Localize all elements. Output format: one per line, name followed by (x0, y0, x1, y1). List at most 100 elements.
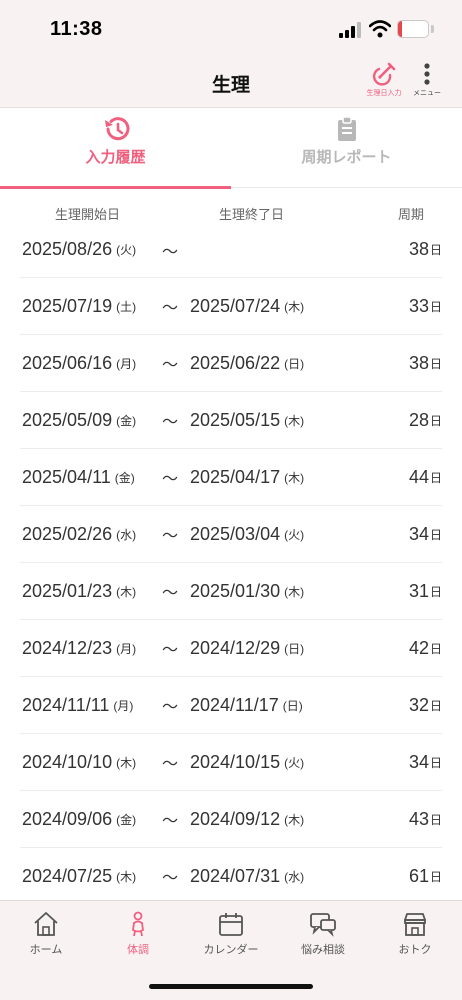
column-header-cycle: 周期 (398, 207, 425, 222)
history-icon (104, 117, 129, 141)
start-date: 2025/08/26 (火) (22, 222, 136, 277)
start-date: 2024/11/11 (月) (22, 677, 133, 733)
cycle-length-value: 33 (408, 295, 429, 316)
start-day-of-week: (月) (116, 641, 137, 656)
start-day-of-week: (月) (116, 356, 137, 371)
start-date-value: 2025/05/09 (22, 409, 113, 430)
start-date: 2024/07/25 (木) (22, 848, 136, 904)
cycle-length-value: 31 (408, 580, 429, 601)
end-date: 2024/10/15 (火) (190, 734, 304, 790)
history-row[interactable]: 2024/10/10 (木) 〜 2024/10/15 (火) 34 日 (20, 734, 442, 791)
range-separator: 〜 (162, 870, 179, 887)
end-date-value: 2025/03/04 (190, 523, 281, 544)
range-separator: 〜 (162, 642, 179, 659)
history-row[interactable]: 2025/01/23 (木) 〜 2025/01/30 (木) 31 日 (20, 563, 442, 620)
nav-deals-label: おトク (398, 944, 432, 956)
cycle-length: 34 日 (409, 506, 442, 562)
home-indicator (149, 984, 313, 989)
shop-icon (404, 913, 426, 936)
start-date-value: 2024/10/10 (22, 751, 113, 772)
end-date-value: 2025/05/15 (190, 409, 281, 430)
cycle-unit: 日 (429, 641, 442, 656)
end-date-value: 2025/01/30 (190, 580, 281, 601)
cycle-unit: 日 (429, 413, 442, 428)
cycle-unit: 日 (429, 356, 442, 371)
tab-cycle-report[interactable]: 周期レポート (231, 108, 462, 188)
cycle-length: 34 日 (409, 734, 442, 790)
end-day-of-week: (火) (284, 755, 305, 770)
start-date: 2025/02/26 (水) (22, 506, 136, 562)
start-date-value: 2025/02/26 (22, 523, 113, 544)
end-day-of-week: (日) (284, 641, 305, 656)
cellular-signal-icon (339, 22, 361, 38)
nav-consultation-label: 悩み相談 (301, 944, 345, 956)
nav-home[interactable]: ホーム (0, 911, 92, 957)
battery-level: 14 (406, 22, 420, 36)
history-row[interactable]: 2025/06/16 (月) 〜 2025/06/22 (日) 38 日 (20, 335, 442, 392)
start-day-of-week: (月) (113, 698, 134, 713)
nav-body[interactable]: 体調 (92, 911, 184, 957)
end-day-of-week: (木) (284, 413, 305, 428)
history-row[interactable]: 2024/11/11 (月) 〜 2024/11/17 (日) 32 日 (20, 677, 442, 734)
history-row[interactable]: 2025/08/26 (火) 〜 38 日 (20, 222, 442, 278)
wifi-icon (369, 20, 391, 38)
cycle-length: 42 日 (409, 620, 442, 676)
range-separator: 〜 (162, 756, 179, 773)
history-row[interactable]: 2025/07/19 (土) 〜 2025/07/24 (木) 33 日 (20, 278, 442, 335)
range-separator: 〜 (162, 300, 179, 317)
tab-bar: 入力履歴 周期レポート (0, 108, 462, 189)
body-icon (132, 911, 144, 937)
end-day-of-week: (木) (284, 812, 305, 827)
end-date-value: 2024/09/12 (190, 808, 281, 829)
start-day-of-week: (木) (116, 869, 137, 884)
nav-deals[interactable]: おトク (369, 911, 461, 957)
start-date-value: 2025/07/19 (22, 295, 113, 316)
range-separator: 〜 (162, 243, 179, 261)
cycle-length: 61 日 (409, 848, 442, 904)
period-entry-button[interactable]: 生理日入力 (361, 62, 407, 104)
history-row[interactable]: 2024/09/06 (金) 〜 2024/09/12 (木) 43 日 (20, 791, 442, 848)
tab-cycle-report-label: 周期レポート (301, 149, 392, 166)
history-row[interactable]: 2025/05/09 (金) 〜 2025/05/15 (木) 28 日 (20, 392, 442, 449)
tab-input-history-label: 入力履歴 (85, 149, 146, 166)
start-date: 2025/01/23 (木) (22, 563, 136, 619)
end-day-of-week: (日) (284, 356, 305, 371)
start-date-value: 2024/07/25 (22, 865, 113, 886)
app-header: 生理 生理日入力 メニュー (0, 56, 462, 108)
period-entry-label: 生理日入力 (366, 90, 402, 97)
tab-input-history[interactable]: 入力履歴 (0, 108, 231, 189)
nav-calendar-label: カレンダー (203, 944, 259, 956)
nav-consultation[interactable]: 悩み相談 (277, 911, 369, 957)
cycle-length: 43 日 (409, 791, 442, 847)
start-day-of-week: (金) (116, 812, 137, 827)
end-day-of-week: (木) (284, 470, 305, 485)
range-separator: 〜 (162, 414, 179, 431)
cycle-length: 38 日 (409, 222, 442, 277)
cycle-length-value: 38 (408, 239, 429, 259)
cycle-length-value: 34 (408, 751, 429, 772)
menu-button[interactable]: メニュー (404, 62, 450, 104)
cycle-length: 31 日 (409, 563, 442, 619)
start-date-value: 2025/04/11 (22, 466, 111, 487)
end-date-value: 2025/07/24 (190, 295, 281, 316)
history-row[interactable]: 2024/12/23 (月) 〜 2024/12/29 (日) 42 日 (20, 620, 442, 677)
end-day-of-week: (火) (284, 527, 305, 542)
menu-label: メニュー (413, 90, 441, 97)
nav-calendar[interactable]: カレンダー (185, 911, 277, 957)
start-date: 2025/07/19 (土) (22, 278, 136, 334)
status-time: 11:38 (50, 18, 103, 40)
start-date-value: 2024/11/11 (22, 694, 110, 715)
cycle-unit: 日 (429, 243, 442, 257)
end-date-value: 2024/12/29 (190, 637, 281, 658)
end-date: 2025/07/24 (木) (190, 278, 304, 334)
start-day-of-week: (土) (116, 299, 137, 314)
history-row[interactable]: 2024/07/25 (木) 〜 2024/07/31 (水) 61 日 (20, 848, 442, 905)
end-date: 2025/04/17 (木) (190, 449, 304, 505)
cycle-unit: 日 (429, 470, 442, 485)
cycle-length: 28 日 (409, 392, 442, 448)
cycle-length: 32 日 (409, 677, 442, 733)
history-row[interactable]: 2025/04/11 (金) 〜 2025/04/17 (木) 44 日 (20, 449, 442, 506)
start-date: 2024/12/23 (月) (22, 620, 136, 676)
history-row[interactable]: 2025/02/26 (水) 〜 2025/03/04 (火) 34 日 (20, 506, 442, 563)
start-date: 2025/06/16 (月) (22, 335, 136, 391)
